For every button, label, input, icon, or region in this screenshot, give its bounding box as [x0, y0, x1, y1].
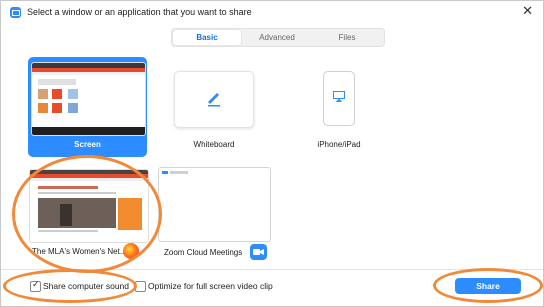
- zoom-window-thumbnail[interactable]: [158, 167, 271, 242]
- share-screen-dialog: Select a window or an application that y…: [0, 0, 544, 307]
- optimize-video-label: Optimize for full screen video clip: [148, 281, 273, 291]
- whiteboard-tile[interactable]: [174, 71, 254, 128]
- pen-icon: [208, 93, 220, 107]
- screen-thumbnail: [31, 62, 146, 136]
- share-tabs: Basic Advanced Files: [171, 28, 385, 47]
- optimize-video-checkbox[interactable]: [135, 281, 146, 292]
- title-bar: Select a window or an application that y…: [1, 1, 543, 23]
- airplay-icon: [333, 91, 345, 102]
- share-sound-checkbox[interactable]: ✓: [30, 279, 41, 292]
- zoom-icon: [250, 244, 267, 260]
- tab-advanced[interactable]: Advanced: [243, 30, 311, 45]
- share-button[interactable]: Share: [455, 278, 521, 294]
- whiteboard-label: Whiteboard: [193, 140, 235, 149]
- mla-window-thumbnail[interactable]: [29, 169, 149, 243]
- zoom-app-icon: [10, 7, 21, 18]
- checkmark-icon: ✓: [32, 279, 40, 289]
- dialog-title: Select a window or an application that y…: [27, 7, 252, 17]
- screen-label: Screen: [74, 140, 101, 149]
- zoom-window-label: Zoom Cloud Meetings: [164, 248, 243, 257]
- iphone-tile[interactable]: [323, 71, 355, 126]
- footer-divider: [1, 269, 543, 270]
- screen-tile[interactable]: Screen: [28, 57, 147, 157]
- share-sound-label: Share computer sound: [43, 281, 129, 291]
- tab-basic[interactable]: Basic: [173, 30, 241, 45]
- tab-files[interactable]: Files: [313, 30, 381, 45]
- mla-window-label: The MLA's Women's Net...: [32, 247, 127, 256]
- firefox-icon: [123, 243, 139, 259]
- iphone-label: iPhone/iPad: [317, 140, 361, 149]
- close-icon[interactable]: ✕: [522, 4, 533, 18]
